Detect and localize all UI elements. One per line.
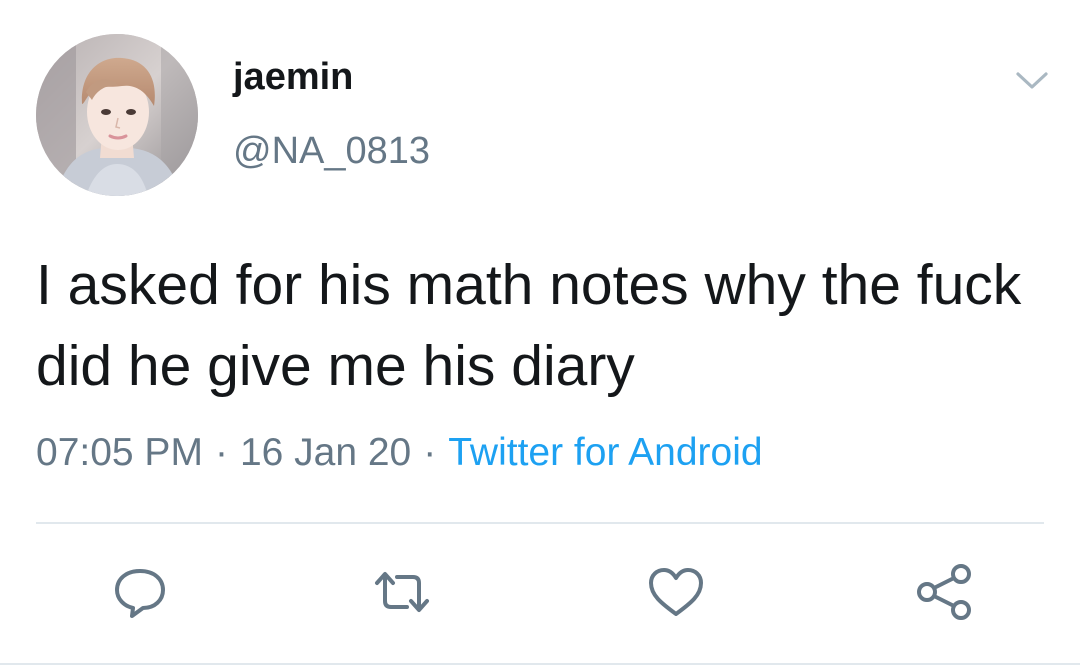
retweet-icon: [375, 572, 429, 612]
tweet-time: 07:05 PM: [36, 431, 203, 474]
share-icon: [917, 564, 971, 620]
user-handle[interactable]: @NA_0813: [233, 132, 430, 170]
tweet-date: 16 Jan 20: [239, 431, 412, 474]
meta-separator: ·: [214, 431, 228, 474]
avatar[interactable]: [36, 34, 198, 196]
tweet-source-link[interactable]: Twitter for Android: [448, 431, 762, 474]
reply-button[interactable]: [107, 559, 173, 625]
like-button[interactable]: [643, 559, 709, 625]
chevron-down-icon[interactable]: [1010, 58, 1054, 102]
retweet-button[interactable]: [369, 559, 435, 625]
share-button[interactable]: [911, 559, 977, 625]
meta-separator: ·: [423, 431, 437, 474]
tweet-card: jaemin @NA_0813 I asked for his math not…: [0, 0, 1080, 671]
divider: [0, 663, 1080, 665]
tweet-meta: 07:05 PM · 16 Jan 20 · Twitter for Android: [36, 433, 763, 472]
tweet-text: I asked for his math notes why the fuck …: [36, 253, 1038, 398]
comment-icon: [115, 569, 165, 618]
heart-icon: [649, 568, 703, 616]
action-bar: [0, 559, 1080, 625]
profile-photo-icon: [36, 34, 198, 196]
divider: [36, 522, 1044, 524]
display-name[interactable]: jaemin: [233, 58, 353, 96]
